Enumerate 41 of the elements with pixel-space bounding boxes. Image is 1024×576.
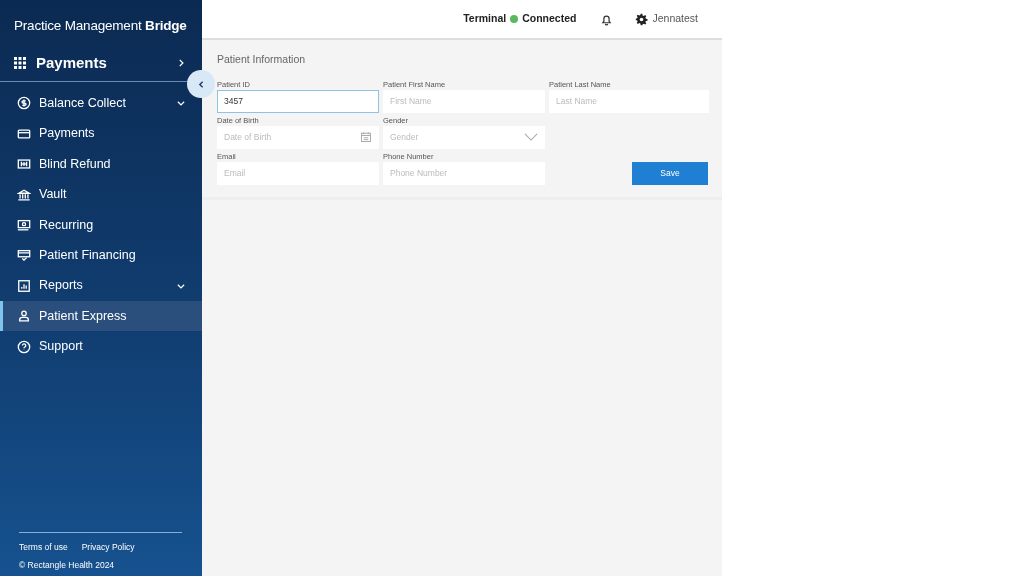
cash-icon: [17, 218, 31, 232]
terminal-status: Connected: [522, 11, 577, 27]
footer-link[interactable]: Privacy Policy: [81, 541, 135, 552]
input-field[interactable]: Phone Number: [383, 161, 545, 185]
nav-item[interactable]: Vault: [0, 179, 202, 210]
chevron-down-icon: [524, 132, 538, 143]
bill-icon: [17, 157, 31, 172]
nav-item[interactable]: Payments: [0, 118, 202, 150]
bank-icon: [17, 187, 31, 202]
grid-icon: [14, 56, 26, 69]
collapse-button[interactable]: [187, 70, 215, 98]
nav-item[interactable]: Support: [0, 331, 202, 362]
nav-item[interactable]: Patient Financing: [0, 240, 202, 271]
user-name[interactable]: Jennatest: [652, 11, 698, 27]
chart-icon: [17, 278, 31, 293]
save-button[interactable]: Save: [632, 161, 708, 185]
nav-item[interactable]: Reports: [0, 270, 202, 301]
credit-card-icon: [17, 126, 31, 141]
nav-item[interactable]: Balance Collect: [0, 88, 202, 119]
chevron-right-icon: [176, 57, 186, 68]
input-field[interactable]: Email: [217, 161, 379, 185]
form-title: Patient Information: [217, 52, 307, 67]
dollar-circle-icon: [17, 96, 31, 111]
logo-wordmark: Practice Management Bridge: [13, 17, 188, 35]
nav-item[interactable]: Patient Express: [0, 301, 202, 332]
bell-icon[interactable]: [600, 12, 614, 26]
card-check-icon: [17, 248, 31, 263]
input-field[interactable]: Date of Birth: [217, 125, 379, 149]
copyright-text: © Rectangle Health 2024: [19, 559, 116, 572]
question-circle-icon: [17, 339, 31, 354]
input-field[interactable]: First Name: [383, 89, 545, 113]
dropdown-field[interactable]: Gender: [383, 125, 545, 149]
nav-item[interactable]: Recurring: [0, 209, 202, 241]
person-icon: [17, 309, 31, 324]
input-field[interactable]: Last Name: [549, 89, 709, 113]
input-field[interactable]: 3457: [217, 89, 379, 113]
terminal-label: Terminal: [463, 11, 507, 27]
nav-item[interactable]: Blind Refund: [0, 149, 202, 180]
footer-link[interactable]: Terms of use: [19, 541, 68, 552]
settings-icon[interactable]: [635, 12, 649, 26]
chevron-left-icon: [196, 79, 206, 89]
